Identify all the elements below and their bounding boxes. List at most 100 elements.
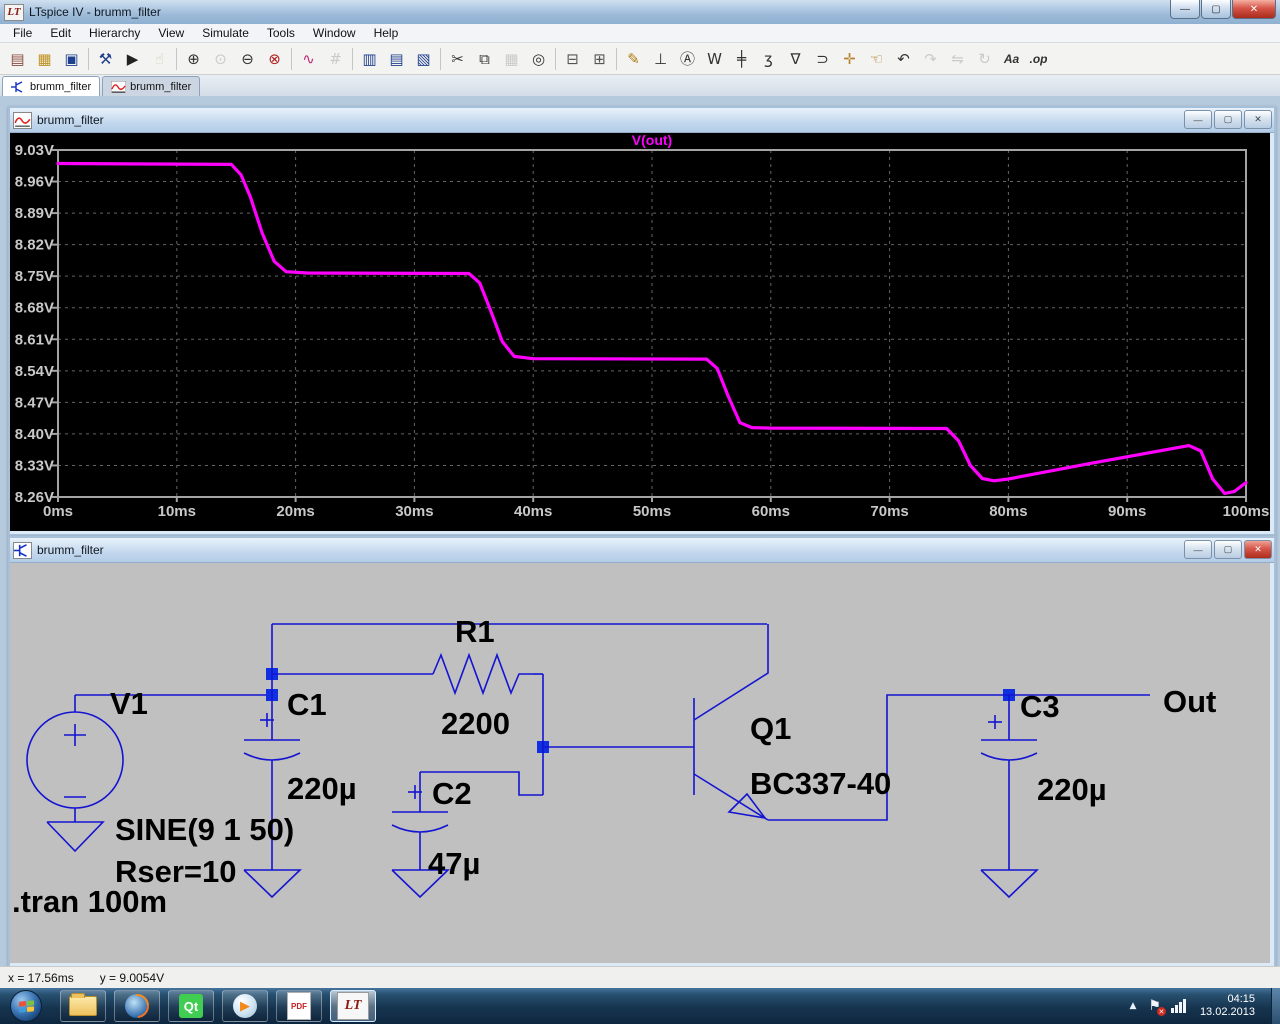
windows-flag-icon bbox=[18, 999, 34, 1013]
out-net-label[interactable]: Out bbox=[1163, 684, 1216, 719]
tile-horizontal-icon[interactable]: ▤ bbox=[383, 45, 410, 72]
minimize-button[interactable]: — bbox=[1170, 0, 1200, 19]
c1-capacitor[interactable] bbox=[243, 624, 302, 899]
place-inductor-icon[interactable]: ʒ bbox=[755, 45, 782, 72]
svg-text:8.33V: 8.33V bbox=[15, 457, 54, 474]
waveform-restore-button[interactable]: ▢ bbox=[1214, 110, 1242, 129]
place-diode-icon[interactable]: ∇ bbox=[782, 45, 809, 72]
pdf-reader-icon: PDF bbox=[287, 992, 311, 1020]
c3-capacitor[interactable] bbox=[980, 695, 1039, 899]
spice-directive-icon[interactable]: .op bbox=[1025, 45, 1052, 72]
menu-edit[interactable]: Edit bbox=[41, 25, 80, 41]
schematic-canvas[interactable]: V1 SINE(9 1 50) Rser=10 .tran 100m C1 22… bbox=[10, 563, 1270, 963]
plot-area[interactable]: 0ms 10ms 20ms 30ms 40ms 50ms 60ms 70ms 80ms 90ms 1… bbox=[10, 133, 1270, 531]
action-center-flag-icon[interactable]: ⚑ ✕ bbox=[1148, 998, 1166, 1016]
place-ground-icon[interactable]: ⊥ bbox=[647, 45, 674, 72]
taskbar: Qt ▶ PDF LT ▲ ⚑ ✕ 04:15 13.02.2013 bbox=[0, 988, 1280, 1024]
r1-value-label[interactable]: 2200 bbox=[441, 706, 510, 741]
tab-schematic[interactable]: brumm_filter bbox=[2, 76, 101, 96]
taskbar-pdf-button[interactable]: PDF bbox=[276, 990, 322, 1022]
zoom-out-icon[interactable]: ⊖ bbox=[234, 45, 261, 72]
zoom-full-extents-icon[interactable]: ⊗ bbox=[261, 45, 288, 72]
place-resistor-icon[interactable]: W bbox=[701, 45, 728, 72]
menu-window[interactable]: Window bbox=[304, 25, 365, 41]
c1-value-label[interactable]: 220µ bbox=[287, 771, 357, 806]
new-schematic-icon[interactable]: ▤ bbox=[4, 45, 31, 72]
print-icon[interactable]: ⊟ bbox=[559, 45, 586, 72]
schematic-minimize-button[interactable]: — bbox=[1184, 540, 1212, 559]
r1-label[interactable]: R1 bbox=[455, 614, 495, 649]
open-file-icon[interactable]: ▦ bbox=[31, 45, 58, 72]
tray-expand-icon[interactable]: ▲ bbox=[1129, 1001, 1136, 1011]
menu-file[interactable]: File bbox=[4, 25, 41, 41]
tran-directive-label[interactable]: .tran 100m bbox=[12, 884, 167, 919]
taskbar-clock[interactable]: 04:15 13.02.2013 bbox=[1200, 993, 1255, 1019]
svg-text:8.96V: 8.96V bbox=[15, 174, 54, 191]
status-bar: x = 17.56ms y = 9.0054V bbox=[0, 966, 1280, 989]
place-text-icon[interactable]: Aa bbox=[998, 45, 1025, 72]
place-capacitor-icon[interactable]: ╪ bbox=[728, 45, 755, 72]
menu-tools[interactable]: Tools bbox=[258, 25, 304, 41]
control-panel-icon[interactable]: ⚒ bbox=[92, 45, 119, 72]
c2-value-label[interactable]: 47µ bbox=[428, 846, 480, 881]
rotate-icon: ↻ bbox=[978, 49, 991, 68]
show-desktop-button[interactable] bbox=[1271, 988, 1280, 1024]
waveform-window-titlebar[interactable]: brumm_filter — ▢ ✕ bbox=[10, 108, 1274, 133]
place-component-icon[interactable]: ⊃ bbox=[809, 45, 836, 72]
save-icon[interactable]: ▣ bbox=[58, 45, 85, 72]
find-icon[interactable]: ◎ bbox=[525, 45, 552, 72]
draw-wire-icon[interactable]: ✎ bbox=[620, 45, 647, 72]
svg-text:60ms: 60ms bbox=[752, 503, 790, 520]
restore-button[interactable]: ▢ bbox=[1201, 0, 1231, 19]
cursor-y-readout: y = 9.0054V bbox=[99, 971, 165, 985]
close-button[interactable]: ✕ bbox=[1232, 0, 1276, 19]
q1-label[interactable]: Q1 bbox=[750, 711, 791, 746]
tile-vertical-icon[interactable]: ▥ bbox=[356, 45, 383, 72]
v1-value-label[interactable]: SINE(9 1 50) bbox=[115, 812, 294, 847]
taskbar-ltspice-button[interactable]: LT bbox=[330, 990, 376, 1022]
taskbar-explorer-button[interactable] bbox=[60, 990, 106, 1022]
c1-label[interactable]: C1 bbox=[287, 687, 327, 722]
network-signal-icon[interactable] bbox=[1170, 999, 1186, 1013]
zoom-in-icon[interactable]: ⊕ bbox=[180, 45, 207, 72]
taskbar-firefox-button[interactable] bbox=[114, 990, 160, 1022]
schematic-close-button[interactable]: ✕ bbox=[1244, 540, 1272, 559]
taskbar-qt-button[interactable]: Qt bbox=[168, 990, 214, 1022]
move-icon[interactable]: ✛ bbox=[836, 45, 863, 72]
waveform-minimize-button[interactable]: — bbox=[1184, 110, 1212, 129]
tab-waveform-label: brumm_filter bbox=[130, 80, 192, 93]
paste-icon: ▦ bbox=[504, 49, 519, 68]
svg-text:90ms: 90ms bbox=[1108, 503, 1146, 520]
schematic-restore-button[interactable]: ▢ bbox=[1214, 540, 1242, 559]
copy-icon[interactable]: ⧉ bbox=[471, 45, 498, 72]
q1-value-label[interactable]: BC337-40 bbox=[750, 766, 891, 801]
start-button[interactable] bbox=[10, 990, 42, 1022]
clock-time: 04:15 bbox=[1227, 993, 1255, 1005]
menu-help[interactable]: Help bbox=[365, 25, 408, 41]
menu-view[interactable]: View bbox=[149, 25, 193, 41]
cut-icon[interactable]: ✂ bbox=[444, 45, 471, 72]
q1-transistor[interactable] bbox=[543, 624, 769, 821]
svg-text:80ms: 80ms bbox=[989, 503, 1027, 520]
undo-icon[interactable]: ↶ bbox=[890, 45, 917, 72]
tab-waveform[interactable]: brumm_filter bbox=[102, 76, 201, 96]
cascade-windows-icon[interactable]: ▧ bbox=[410, 45, 437, 72]
place-label-icon[interactable]: Ⓐ bbox=[674, 45, 701, 72]
schematic-window-titlebar[interactable]: brumm_filter — ▢ ✕ bbox=[10, 538, 1274, 563]
c2-label[interactable]: C2 bbox=[432, 776, 472, 811]
menu-hierarchy[interactable]: Hierarchy bbox=[80, 25, 149, 41]
redo-icon: ↷ bbox=[924, 49, 937, 68]
menu-simulate[interactable]: Simulate bbox=[193, 25, 258, 41]
v1-label[interactable]: V1 bbox=[110, 686, 148, 721]
c3-value-label[interactable]: 220µ bbox=[1037, 772, 1107, 807]
waveform-close-button[interactable]: ✕ bbox=[1244, 110, 1272, 129]
taskbar-mediaplayer-button[interactable]: ▶ bbox=[222, 990, 268, 1022]
svg-text:20ms: 20ms bbox=[276, 503, 314, 520]
print-preview-icon[interactable]: ⊞ bbox=[586, 45, 613, 72]
autorange-y-axis-icon[interactable]: ∿ bbox=[295, 45, 322, 72]
c3-label[interactable]: C3 bbox=[1020, 689, 1060, 724]
drag-icon[interactable]: ☜ bbox=[863, 45, 890, 72]
svg-text:9.03V: 9.03V bbox=[15, 142, 54, 159]
tab-schematic-label: brumm_filter bbox=[30, 80, 92, 93]
run-simulation-icon[interactable]: ▶ bbox=[119, 45, 146, 72]
